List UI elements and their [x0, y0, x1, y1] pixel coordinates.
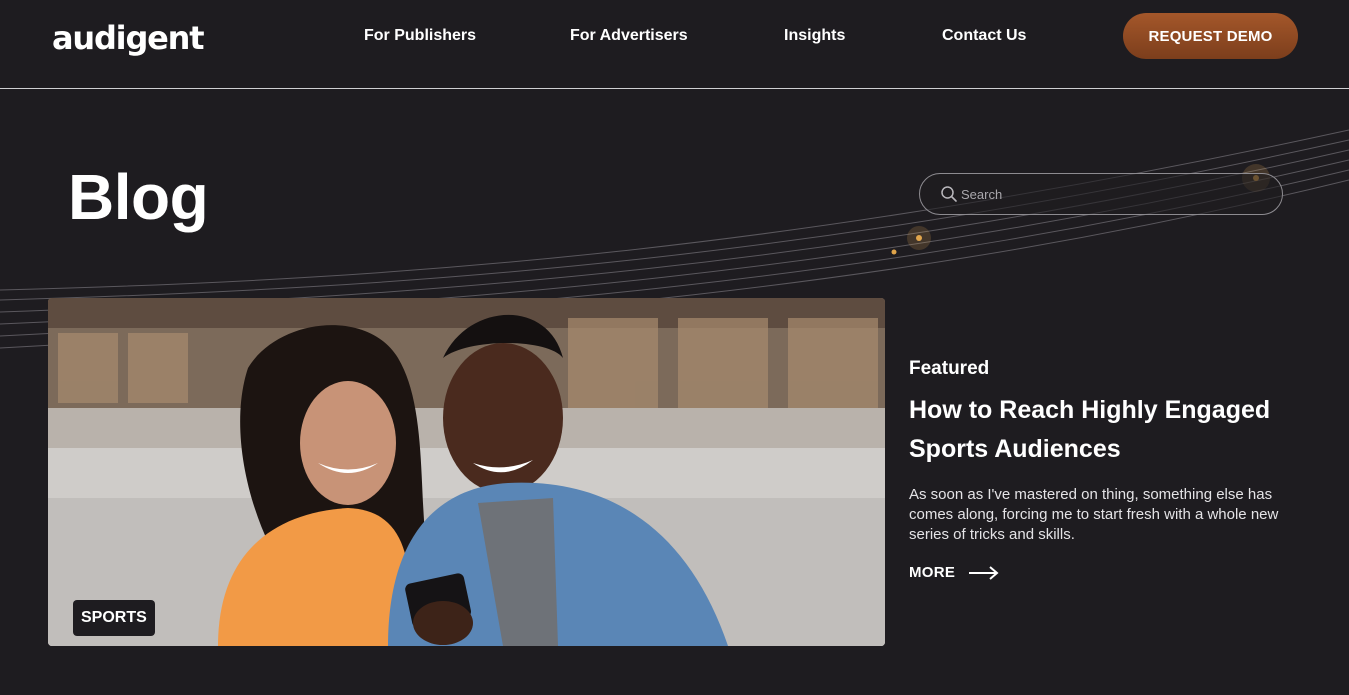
- featured-post-title[interactable]: How to Reach Highly Engaged Sports Audie…: [909, 391, 1299, 469]
- search-box[interactable]: [919, 173, 1283, 215]
- category-tag[interactable]: SPORTS: [73, 600, 155, 636]
- audigent-logo[interactable]: audigent: [52, 18, 205, 58]
- more-label: MORE: [909, 564, 956, 581]
- more-link[interactable]: MORE: [909, 564, 999, 581]
- arrow-right-icon: [969, 565, 999, 580]
- page: audigent For Publishers For Advertisers …: [0, 0, 1349, 695]
- page-title: Blog: [68, 161, 209, 233]
- nav-insights[interactable]: Insights: [784, 26, 845, 46]
- featured-label: Featured: [909, 358, 990, 379]
- site-header: audigent For Publishers For Advertisers …: [0, 0, 1349, 89]
- request-demo-button[interactable]: REQUEST DEMO: [1123, 13, 1298, 59]
- search-icon: [941, 186, 957, 202]
- featured-photo-illustration: [48, 298, 885, 646]
- featured-post-image[interactable]: [48, 298, 885, 646]
- featured-post-excerpt: As soon as I've mastered on thing, somet…: [909, 486, 1279, 543]
- nav-for-advertisers[interactable]: For Advertisers: [570, 26, 688, 46]
- nav-for-publishers[interactable]: For Publishers: [364, 26, 476, 46]
- search-input[interactable]: [961, 186, 1261, 202]
- nav-contact-us[interactable]: Contact Us: [942, 26, 1026, 46]
